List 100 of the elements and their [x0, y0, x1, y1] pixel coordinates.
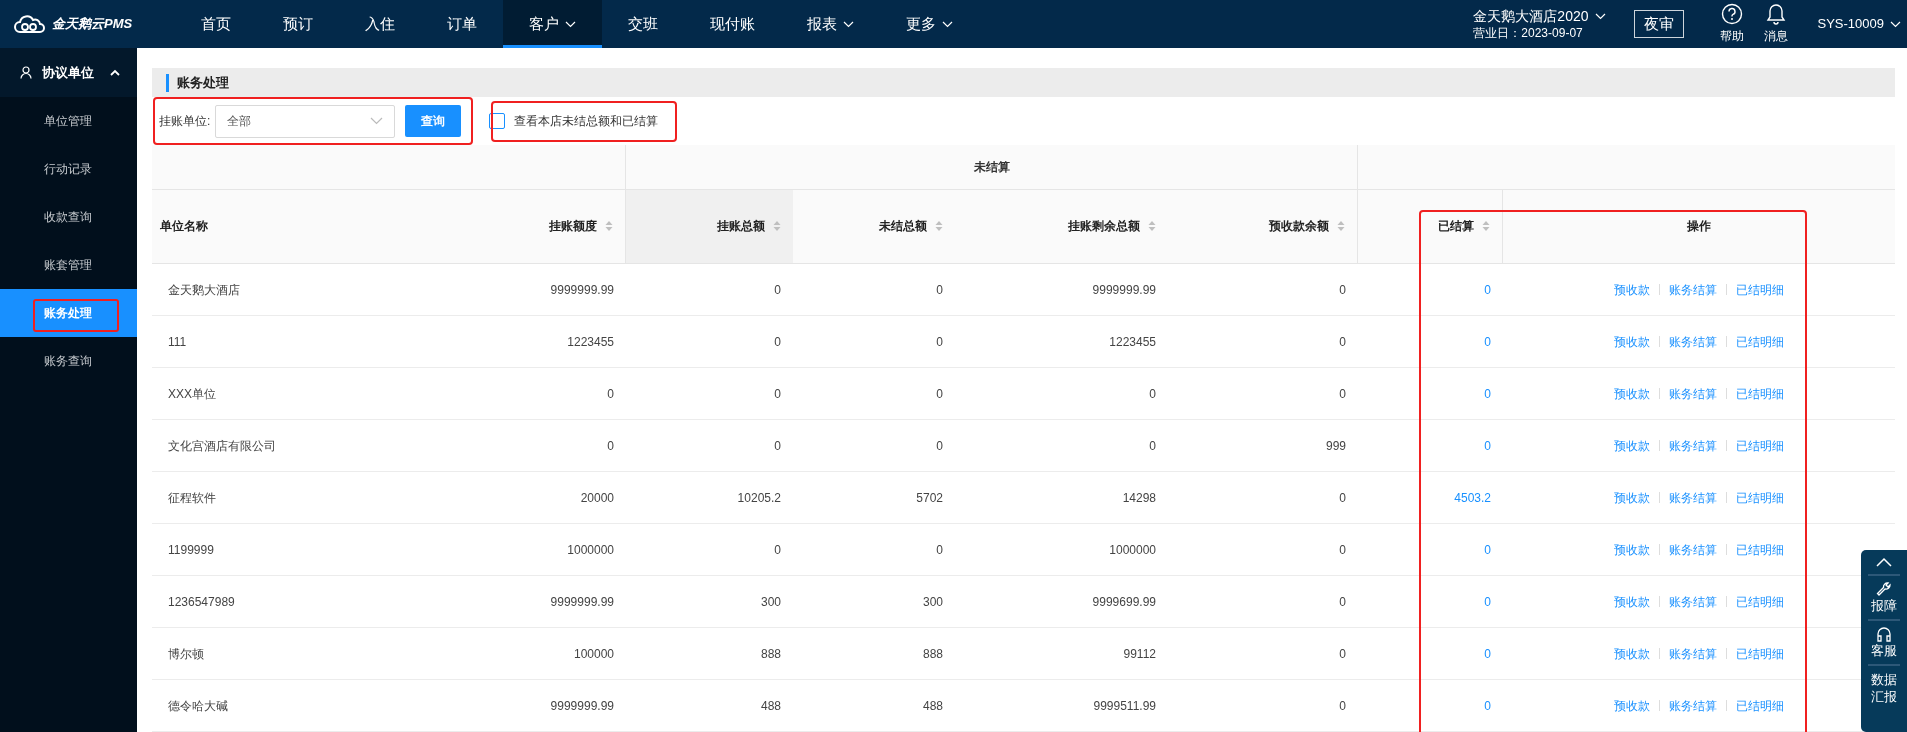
- action-link[interactable]: 预收款: [1614, 332, 1650, 351]
- column-header: 单位名称: [159, 218, 209, 236]
- action-link[interactable]: 已结明细: [1736, 592, 1784, 611]
- column-header[interactable]: 预收款余额: [1168, 189, 1358, 263]
- sidebar-item[interactable]: 收款查询: [0, 193, 137, 241]
- table-cell-text: 金天鹅大酒店: [167, 281, 241, 299]
- help-icon: [1720, 3, 1743, 25]
- nav-tab[interactable]: 更多: [880, 0, 979, 48]
- action-link[interactable]: 预收款: [1614, 384, 1650, 403]
- action-link[interactable]: 已结明细: [1736, 644, 1784, 663]
- table-cell-text: 德令哈大碱: [167, 697, 229, 715]
- action-link[interactable]: 账务结算: [1669, 696, 1717, 715]
- table-cell-text: 20000: [579, 489, 615, 507]
- night-audit-button[interactable]: 夜审: [1633, 10, 1684, 38]
- table-cell-text: XXX单位: [167, 385, 217, 403]
- sidebar-item[interactable]: 账务查询: [0, 337, 137, 385]
- table-cell-text: 888: [921, 645, 944, 663]
- column-header[interactable]: 已结算: [1358, 189, 1503, 263]
- action-link[interactable]: 已结明细: [1736, 332, 1784, 351]
- nav-tab[interactable]: 现付账: [684, 0, 781, 48]
- table-cell-text: 9999999.99: [549, 593, 615, 611]
- nav-tab[interactable]: 预订: [257, 0, 339, 48]
- settled-link[interactable]: 0: [1358, 420, 1503, 471]
- column-header[interactable]: 挂账总额: [626, 189, 793, 263]
- caret-icon: [1890, 20, 1901, 28]
- settled-link[interactable]: 0: [1358, 368, 1503, 419]
- float-button[interactable]: 数据汇报: [1870, 666, 1898, 710]
- unit-dropdown[interactable]: 全部: [215, 104, 396, 138]
- nav-tab[interactable]: 首页: [175, 0, 257, 48]
- action-link[interactable]: 账务结算: [1669, 644, 1717, 663]
- settled-link[interactable]: 0: [1358, 576, 1503, 627]
- action-link[interactable]: 预收款: [1614, 436, 1650, 455]
- sidebar-item[interactable]: 账务处理: [0, 289, 137, 337]
- table-cell-text: 9999999.99: [549, 281, 615, 299]
- action-link[interactable]: 账务结算: [1669, 592, 1717, 611]
- table-cell-text: 0: [773, 333, 782, 351]
- sidebar-item[interactable]: 行动记录: [0, 145, 137, 193]
- help-button[interactable]: 帮助: [1719, 0, 1744, 48]
- table-cell-text: 0: [1338, 697, 1347, 715]
- table-cell-text: 1223455: [1108, 333, 1157, 351]
- settled-link[interactable]: 0: [1358, 316, 1503, 367]
- nav-tab[interactable]: 客户: [503, 0, 602, 48]
- table-cell-text: 9999999.99: [1091, 281, 1157, 299]
- action-link[interactable]: 已结明细: [1736, 280, 1784, 299]
- sidebar-item[interactable]: 单位管理: [0, 97, 137, 145]
- float-button[interactable]: 客服: [1870, 621, 1898, 664]
- action-link[interactable]: 账务结算: [1669, 436, 1717, 455]
- settled-link[interactable]: 0: [1358, 680, 1503, 731]
- table-cell-text: 0: [606, 385, 615, 403]
- float-button[interactable]: 报障: [1870, 576, 1898, 619]
- user-menu[interactable]: SYS-10009: [1817, 0, 1907, 48]
- column-header[interactable]: 挂账剩余总额: [955, 189, 1168, 263]
- table-cell-text: 0: [773, 437, 782, 455]
- table-cell-text: 1199999: [167, 541, 215, 559]
- column-header: 操作: [1686, 218, 1712, 236]
- query-button[interactable]: 查询: [405, 105, 462, 137]
- action-link[interactable]: 预收款: [1614, 696, 1650, 715]
- settled-link[interactable]: 0: [1358, 264, 1503, 315]
- nav-tab[interactable]: 报表: [781, 0, 880, 48]
- messages-button[interactable]: 消息: [1763, 0, 1788, 48]
- hotel-selector[interactable]: 金天鹅大酒店2020: [1473, 7, 1606, 25]
- action-link[interactable]: 预收款: [1614, 644, 1650, 663]
- action-link[interactable]: 已结明细: [1736, 696, 1784, 715]
- table-cell-text: 0: [773, 281, 782, 299]
- table-cell-text: 111: [167, 333, 188, 351]
- action-link[interactable]: 已结明细: [1736, 436, 1784, 455]
- table-cell-text: 0: [1338, 385, 1347, 403]
- table-cell-text: 0: [935, 437, 944, 455]
- table-cell-text: 0: [606, 437, 615, 455]
- action-link[interactable]: 预收款: [1614, 280, 1650, 299]
- action-link[interactable]: 已结明细: [1736, 540, 1784, 559]
- action-link[interactable]: 已结明细: [1736, 384, 1784, 403]
- action-link[interactable]: 账务结算: [1669, 280, 1717, 299]
- nav-tab[interactable]: 交班: [602, 0, 684, 48]
- sidebar-item[interactable]: 账套管理: [0, 241, 137, 289]
- back-to-top-icon[interactable]: [1876, 557, 1892, 567]
- table-cell-text: 888: [759, 645, 782, 663]
- table-cell-text: 488: [921, 697, 944, 715]
- sidebar-group[interactable]: 协议单位: [0, 48, 137, 97]
- table-cell-text: 300: [759, 593, 782, 611]
- action-link[interactable]: 已结明细: [1736, 488, 1784, 507]
- settled-link[interactable]: 0: [1358, 524, 1503, 575]
- action-link[interactable]: 账务结算: [1669, 540, 1717, 559]
- settled-link[interactable]: 4503.2: [1358, 472, 1503, 523]
- action-link[interactable]: 账务结算: [1669, 384, 1717, 403]
- settled-link[interactable]: 0: [1358, 628, 1503, 679]
- action-link[interactable]: 账务结算: [1669, 332, 1717, 351]
- table-cell-text: 9999999.99: [549, 697, 615, 715]
- action-link[interactable]: 预收款: [1614, 488, 1650, 507]
- logo-text: 金天鹅云PMS: [52, 15, 133, 34]
- wrench-icon: [1876, 581, 1892, 597]
- table-cell-text: 1223455: [566, 333, 615, 351]
- column-header[interactable]: 未结总额: [793, 189, 955, 263]
- action-link[interactable]: 预收款: [1614, 540, 1650, 559]
- action-link[interactable]: 预收款: [1614, 592, 1650, 611]
- nav-tab[interactable]: 订单: [421, 0, 503, 48]
- table-cell-text: 0: [935, 281, 944, 299]
- nav-tab[interactable]: 入住: [339, 0, 421, 48]
- group-header: 未结算: [626, 145, 1358, 189]
- action-link[interactable]: 账务结算: [1669, 488, 1717, 507]
